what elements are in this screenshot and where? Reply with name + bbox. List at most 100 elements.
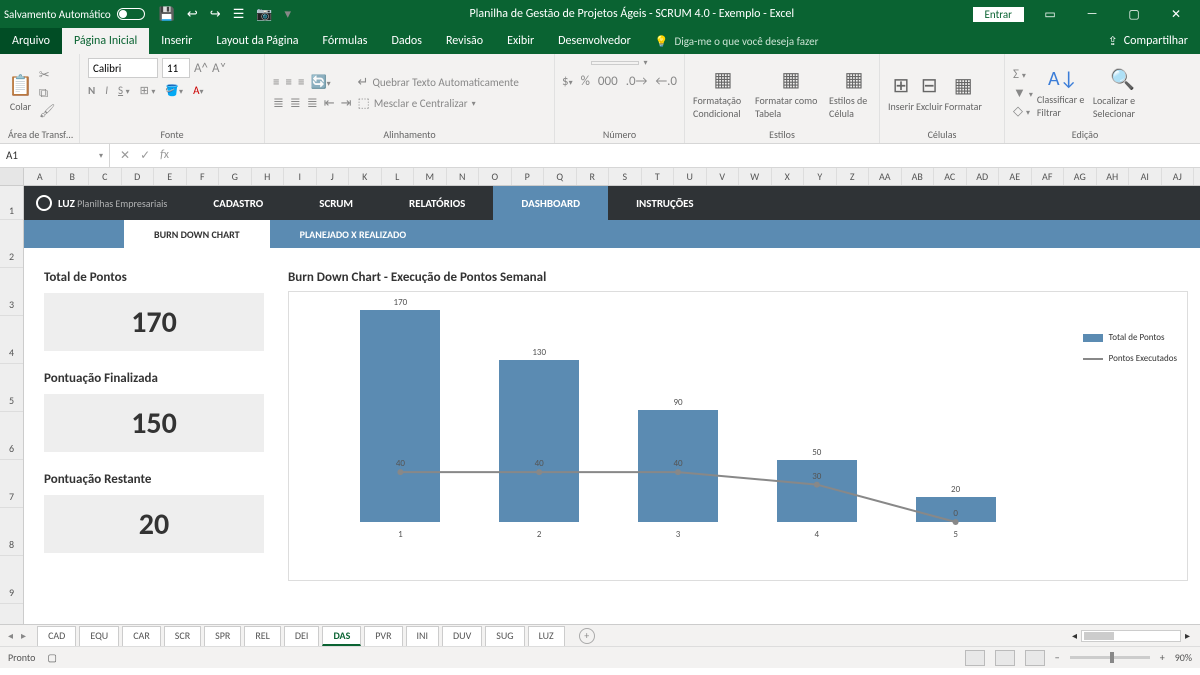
col-header[interactable]: N [447,168,480,185]
cut-icon[interactable]: ✂ [39,68,56,83]
tell-me-search[interactable]: 💡 Diga-me o que você deseja fazer [655,28,819,54]
number-format-dropdown[interactable] [591,61,639,65]
tab-file[interactable]: Arquivo [0,28,62,54]
col-header[interactable]: B [57,168,90,185]
col-header[interactable]: AD [967,168,1000,185]
align-left-icon[interactable]: ≣ [273,96,284,111]
col-header[interactable]: AC [934,168,967,185]
zoom-in-icon[interactable]: + [1160,651,1165,664]
toggle-icon[interactable] [117,8,145,20]
subnav-tab[interactable]: PLANEJADO X REALIZADO [270,220,437,248]
sheet-tab[interactable]: SCR [164,626,201,646]
formula-input[interactable] [179,144,1200,167]
format-painter-icon[interactable]: 🖌 [39,104,56,119]
row-header[interactable]: 7 [0,460,23,508]
add-sheet-button[interactable]: + [579,628,595,644]
subnav-tab[interactable]: BURN DOWN CHART [124,220,270,248]
sheet-tab[interactable]: LUZ [528,626,565,646]
accounting-format-icon[interactable]: $▾ [562,74,573,89]
col-header[interactable]: L [382,168,415,185]
font-size-input[interactable] [162,58,190,78]
col-header[interactable]: AH [1097,168,1130,185]
col-header[interactable]: A [24,168,57,185]
clear-icon[interactable]: ◇ ▾ [1013,104,1033,119]
paste-button[interactable]: 📋Colar [8,73,33,113]
row-header[interactable]: 9 [0,556,23,604]
row-header[interactable]: 4 [0,316,23,364]
redo-icon[interactable]: ↪ [210,7,221,22]
sheet-tab[interactable]: REL [244,626,281,646]
tab-layout[interactable]: Layout da Página [204,28,310,54]
close-icon[interactable]: ✕ [1156,0,1196,28]
hscroll-right-icon[interactable]: ▸ [1185,629,1190,642]
col-header[interactable]: Z [837,168,870,185]
col-header[interactable]: AA [869,168,902,185]
row-header[interactable]: 1 [0,186,23,220]
underline-icon[interactable]: S ▾ [118,84,130,97]
wrap-text-icon[interactable]: ↵ [358,75,369,90]
font-color-icon[interactable]: A▾ [193,84,203,97]
nav-item[interactable]: DASHBOARD [493,186,608,220]
row-header[interactable]: 3 [0,268,23,316]
col-header[interactable]: G [219,168,252,185]
share-button[interactable]: Compartilhar [1124,34,1188,48]
signin-button[interactable]: Entrar [973,7,1024,22]
col-header[interactable]: I [284,168,317,185]
col-header[interactable]: AI [1129,168,1162,185]
tab-formulas[interactable]: Fórmulas [311,28,380,54]
sheet-tab[interactable]: SUG [485,626,524,646]
undo-icon[interactable]: ↩ [187,7,198,22]
cell-styles-button[interactable]: ▦Estilos de Célula [829,67,879,120]
view-pagelayout-icon[interactable] [995,650,1015,666]
indent-increase-icon[interactable]: ⇥ [341,96,352,111]
sheet-canvas[interactable]: LUZ Planilhas Empresariais CADASTROSCRUM… [24,186,1200,624]
nav-item[interactable]: INSTRUÇÕES [608,186,721,220]
tab-view[interactable]: Exibir [495,28,546,54]
italic-icon[interactable]: I [105,84,108,97]
col-header[interactable]: W [739,168,772,185]
format-table-button[interactable]: ▦Formatar como Tabela [755,67,827,120]
sheet-tab[interactable]: DUV [442,626,482,646]
ribbon-options-icon[interactable]: ▭ [1030,0,1070,28]
align-top-icon[interactable]: ≡ [273,75,279,90]
row-header[interactable]: 6 [0,412,23,460]
col-header[interactable]: H [252,168,285,185]
comma-format-icon[interactable]: 000 [598,74,618,89]
orientation-icon[interactable]: 🔄▾ [310,75,330,90]
sheet-tab[interactable]: PVR [364,626,402,646]
select-all-corner[interactable] [0,168,24,185]
row-header[interactable]: 5 [0,364,23,412]
sheet-tab[interactable]: DEI [284,626,320,646]
indent-decrease-icon[interactable]: ⇤ [324,96,335,111]
increase-decimal-icon[interactable]: .0→ [626,74,648,89]
row-header[interactable]: 2 [0,220,23,268]
col-header[interactable]: J [317,168,350,185]
col-header[interactable]: R [577,168,610,185]
col-header[interactable]: M [414,168,447,185]
align-center-icon[interactable]: ≣ [290,96,301,111]
align-right-icon[interactable]: ≣ [307,96,318,111]
sheet-nav-first-icon[interactable]: ◂ [8,629,13,642]
fill-icon[interactable]: ▼ ▾ [1013,85,1033,101]
fx-icon[interactable]: fx [160,148,169,163]
bold-icon[interactable]: N [88,84,95,97]
font-name-input[interactable] [88,58,158,78]
sheet-nav-last-icon[interactable]: ▸ [21,629,26,642]
save-icon[interactable]: 💾 [159,7,175,22]
autosave-toggle[interactable]: Salvamento Automático [4,8,145,21]
col-header[interactable]: AB [902,168,935,185]
col-header[interactable]: Y [804,168,837,185]
col-header[interactable]: S [609,168,642,185]
col-header[interactable]: K [349,168,382,185]
format-cells-button[interactable]: ▦Formatar [945,73,982,113]
view-pagebreak-icon[interactable] [1025,650,1045,666]
camera-icon[interactable]: 📷 [256,7,272,22]
tab-insert[interactable]: Inserir [149,28,204,54]
percent-format-icon[interactable]: % [581,74,590,89]
col-header[interactable]: V [707,168,740,185]
fill-color-icon[interactable]: 🪣▾ [165,84,183,97]
tab-developer[interactable]: Desenvolvedor [546,28,643,54]
sheet-tab[interactable]: INI [406,626,440,646]
col-header[interactable]: D [122,168,155,185]
tab-review[interactable]: Revisão [434,28,495,54]
